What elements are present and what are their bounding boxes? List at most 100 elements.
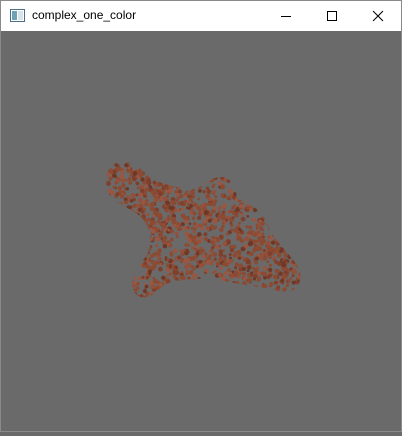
point	[299, 150, 302, 153]
point	[127, 278, 132, 284]
point	[263, 271, 267, 275]
point	[296, 150, 299, 153]
point	[122, 235, 126, 239]
point	[106, 226, 109, 231]
point	[156, 161, 161, 163]
point	[286, 230, 289, 233]
point	[118, 190, 122, 194]
point	[288, 243, 293, 249]
point	[108, 152, 112, 156]
point	[130, 287, 134, 292]
point	[218, 244, 221, 248]
point	[149, 171, 155, 176]
point	[246, 301, 249, 304]
close-button[interactable]	[355, 1, 401, 31]
title-bar[interactable]: complex_one_color	[1, 1, 401, 31]
point	[282, 226, 287, 231]
point	[287, 163, 291, 167]
point	[249, 189, 254, 194]
point	[288, 150, 293, 155]
point	[270, 294, 274, 298]
point	[106, 289, 110, 294]
point	[125, 301, 128, 304]
point	[226, 282, 230, 287]
point	[269, 281, 274, 287]
point	[149, 237, 154, 242]
point	[294, 253, 299, 258]
point	[265, 300, 269, 304]
point	[125, 282, 129, 286]
point	[277, 154, 281, 158]
point	[228, 151, 231, 154]
point	[152, 180, 157, 185]
point	[218, 256, 224, 262]
point	[113, 286, 119, 292]
point	[253, 154, 258, 159]
maximize-button[interactable]	[309, 1, 355, 31]
minimize-button[interactable]	[263, 1, 309, 31]
point	[234, 262, 239, 267]
point	[304, 230, 307, 233]
point	[108, 304, 113, 309]
point	[120, 170, 125, 175]
point	[109, 269, 115, 275]
point	[301, 149, 306, 154]
point	[184, 163, 189, 168]
point	[204, 166, 208, 170]
point	[282, 173, 285, 176]
point	[266, 180, 271, 185]
render-canvas[interactable]	[1, 31, 401, 431]
point	[260, 178, 264, 183]
point	[224, 168, 229, 173]
point	[227, 268, 231, 272]
point	[222, 241, 227, 246]
point	[274, 192, 279, 198]
point	[225, 172, 230, 177]
point	[169, 251, 173, 255]
point	[144, 235, 150, 241]
point	[188, 153, 191, 156]
point	[275, 230, 280, 235]
point	[233, 192, 237, 197]
point	[247, 190, 252, 195]
point	[259, 192, 265, 198]
point	[121, 256, 126, 260]
point	[111, 248, 116, 254]
point	[176, 186, 180, 191]
point	[172, 274, 177, 279]
point	[283, 163, 288, 168]
point	[164, 245, 167, 249]
point	[261, 228, 264, 232]
point	[186, 178, 192, 184]
point	[179, 167, 184, 172]
point	[271, 228, 277, 234]
point	[242, 295, 248, 298]
point	[253, 194, 258, 200]
point	[239, 165, 243, 169]
point	[126, 169, 131, 173]
point	[106, 246, 109, 252]
point	[260, 181, 265, 186]
point	[125, 290, 130, 294]
point	[203, 294, 207, 298]
point	[267, 295, 271, 298]
point	[196, 283, 202, 289]
point	[293, 182, 296, 186]
point	[131, 296, 136, 298]
point	[274, 154, 278, 158]
point	[211, 152, 215, 156]
point	[124, 252, 127, 256]
point	[267, 298, 271, 302]
point	[119, 294, 123, 298]
point	[187, 171, 193, 177]
point	[106, 162, 107, 167]
point	[120, 178, 125, 184]
point	[277, 177, 282, 182]
point	[163, 302, 166, 305]
point	[301, 190, 306, 195]
point	[272, 155, 276, 159]
point	[270, 240, 276, 245]
app-window: complex_one_color	[0, 0, 402, 432]
point	[174, 289, 179, 293]
point	[136, 281, 140, 286]
